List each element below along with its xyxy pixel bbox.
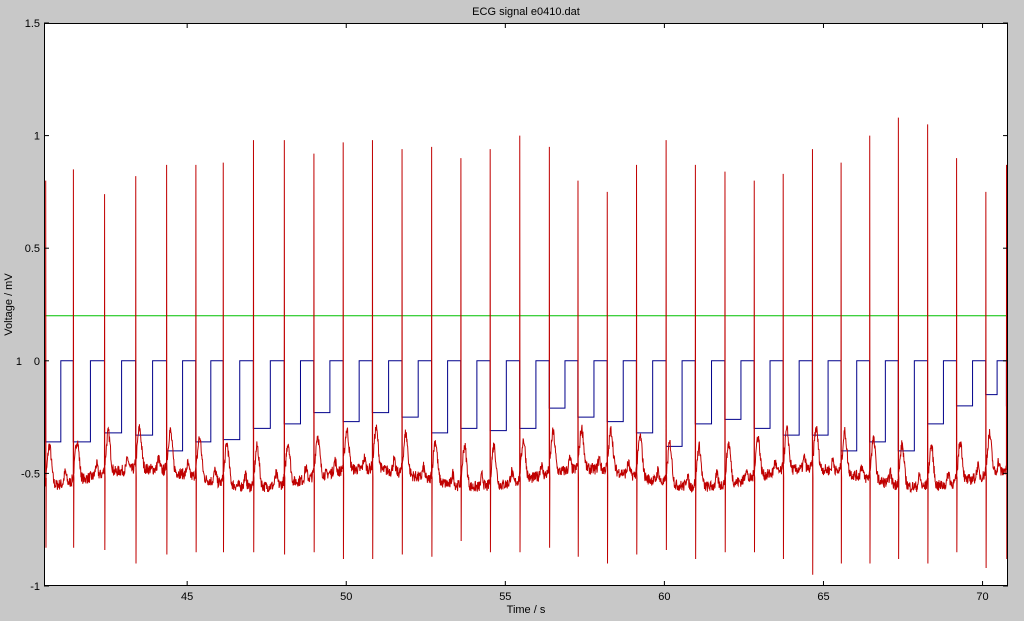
figure-window: 45 50 55 60 65 70 -1 -0.5 0 0.5 1 1.5 1 ECG signal e… bbox=[0, 0, 1024, 621]
plot-background bbox=[44, 23, 1008, 586]
x-tick-label: 45 bbox=[181, 591, 193, 603]
y-tick-label: 0.5 bbox=[25, 243, 40, 255]
x-tick-label: 55 bbox=[499, 591, 511, 603]
y-tick-label: -0.5 bbox=[21, 468, 40, 480]
y-tick-label: 1.5 bbox=[25, 18, 40, 30]
x-tick-label: 65 bbox=[817, 591, 829, 603]
y-tick-label: -1 bbox=[30, 581, 40, 593]
x-axis-label: Time / s bbox=[507, 604, 546, 616]
x-tick-label: 50 bbox=[340, 591, 352, 603]
y-tick-label: 1 bbox=[34, 131, 40, 143]
x-tick-label: 60 bbox=[658, 591, 670, 603]
ecg-chart: 45 50 55 60 65 70 -1 -0.5 0 0.5 1 1.5 1 ECG signal e… bbox=[3, 6, 1008, 616]
x-tick-label: 70 bbox=[976, 591, 988, 603]
y-axis-label: Voltage / mV bbox=[3, 273, 15, 336]
chart-title: ECG signal e0410.dat bbox=[472, 6, 580, 18]
y-tick-label: 0 bbox=[34, 356, 40, 368]
y-tick-label-extra: 1 bbox=[16, 356, 22, 368]
